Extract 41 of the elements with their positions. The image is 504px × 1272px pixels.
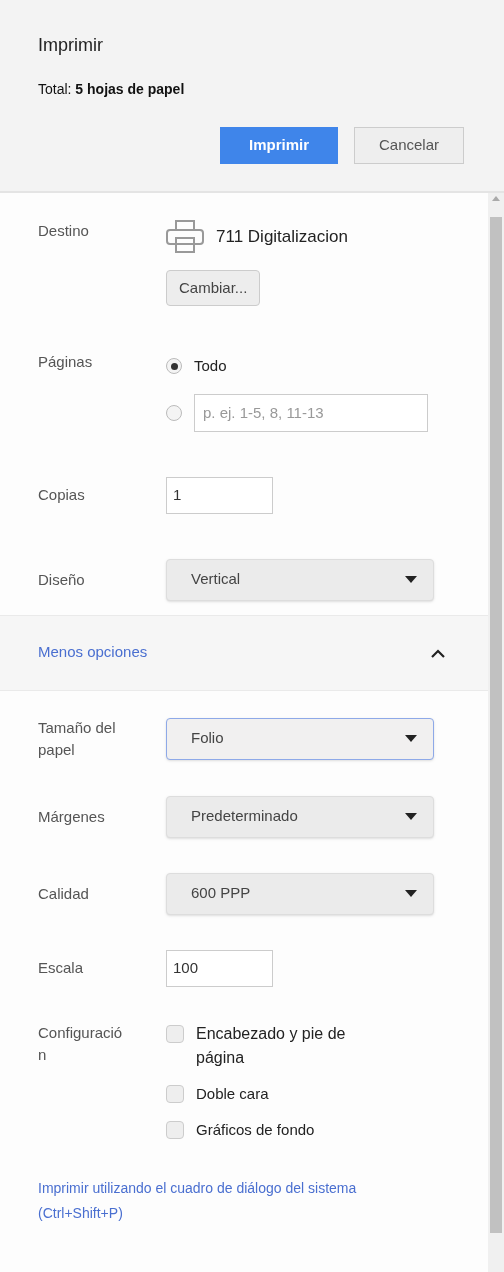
setting-label: Páginas [38, 352, 94, 372]
dialog-title: Imprimir [38, 34, 104, 57]
change-button[interactable]: Cambiar... [166, 270, 261, 306]
radio-button[interactable] [166, 358, 182, 375]
dropdown[interactable]: Folio [166, 717, 434, 760]
checkbox-label: Gráficos de fondo [196, 1119, 315, 1140]
cancel-button[interactable]: Cancelar [354, 127, 464, 164]
setting-label: Configuración [38, 1022, 124, 1065]
dropdown-caret-icon [405, 576, 417, 583]
more-options-bar[interactable]: Menos opciones [0, 614, 488, 691]
printer-icon [166, 220, 204, 254]
scroll-up-arrow-icon[interactable] [492, 195, 500, 201]
system-dialog-link[interactable]: Imprimir utilizando el cuadro de diálogo del sistema (Ctrl+Shift+P) [38, 1175, 438, 1226]
print-button[interactable]: Imprimir [220, 127, 338, 164]
setting-label: Tamaño del papel [38, 717, 117, 760]
checkbox[interactable] [166, 1024, 184, 1043]
dropdown-caret-icon [405, 813, 417, 820]
dropdown[interactable]: 600 PPP [166, 872, 434, 915]
dropdown[interactable]: Predeterminado [166, 795, 434, 838]
setting-label: Márgenes [38, 806, 106, 827]
radio-label: Todo [194, 356, 227, 376]
number-field[interactable]: 1 [166, 476, 273, 514]
number-field[interactable]: 100 [166, 949, 273, 987]
sheet-total: Total: 5 hojas de papel [38, 80, 186, 99]
chevron-up-icon [430, 647, 446, 658]
setting-label: Copias [38, 485, 86, 505]
scrollbar[interactable] [488, 193, 504, 1272]
setting-label: Destino [38, 221, 90, 241]
dropdown-caret-icon [405, 735, 417, 742]
checkbox-label: Encabezado y pie de página [196, 1023, 347, 1068]
checkbox[interactable] [166, 1084, 184, 1103]
dropdown-caret-icon [405, 890, 417, 897]
dropdown[interactable]: Vertical [166, 558, 434, 601]
printer-name: 711 Digitalizacion [216, 226, 348, 249]
checkbox-label: Doble cara [196, 1083, 269, 1104]
setting-label: Escala [38, 958, 85, 978]
checkbox[interactable] [166, 1120, 184, 1139]
setting-label: Calidad [38, 883, 90, 904]
setting-label: Diseño [38, 569, 86, 590]
radio-button[interactable] [166, 404, 182, 421]
page-range-field[interactable]: p. ej. 1-5, 8, 11-13 [194, 393, 428, 432]
